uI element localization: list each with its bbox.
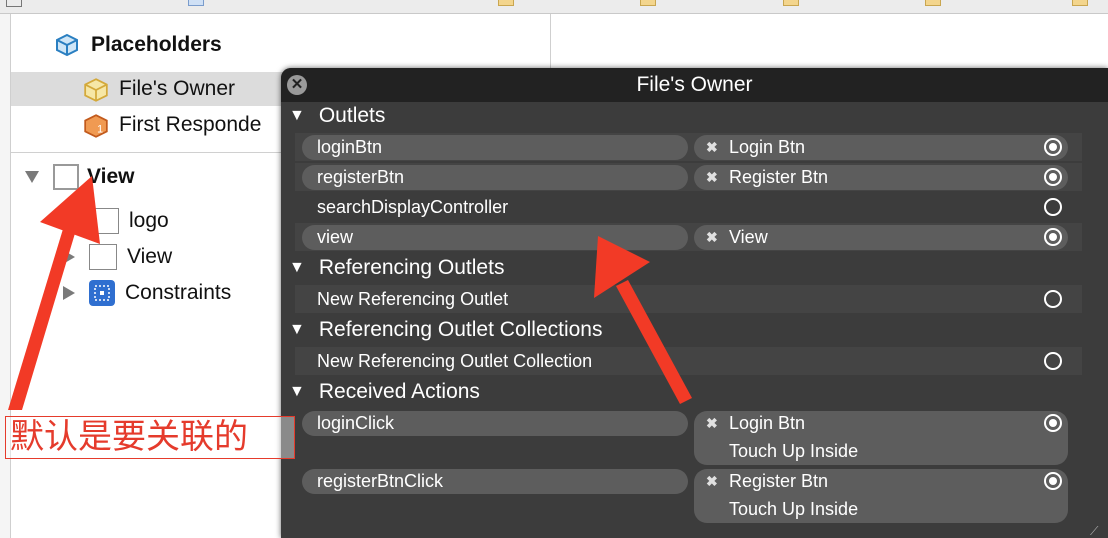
outlet-name[interactable]: searchDisplayController <box>317 195 508 220</box>
outlet-name[interactable]: registerBtn <box>302 165 688 190</box>
disclosure-triangle-icon[interactable] <box>63 250 75 264</box>
connection-circle-icon[interactable] <box>1044 352 1062 370</box>
section-outlets[interactable]: ▼ Outlets <box>289 102 385 130</box>
section-label: Outlets <box>318 104 386 127</box>
section-referencing-outlets[interactable]: ▼ Referencing Outlets <box>289 254 504 282</box>
disconnect-icon[interactable]: ✖ <box>706 411 718 436</box>
outline-item-view[interactable]: View <box>25 160 134 194</box>
folder-icon[interactable] <box>640 0 656 6</box>
section-label: Referencing Outlets <box>318 256 505 279</box>
disclosure-triangle-icon[interactable] <box>25 171 39 183</box>
disconnect-icon[interactable]: ✖ <box>706 225 718 250</box>
connection-circle-icon[interactable] <box>1044 198 1062 216</box>
folder-icon[interactable] <box>925 0 941 6</box>
first-responder-label: First Responde <box>119 113 262 136</box>
outlet-name[interactable]: loginBtn <box>302 135 688 160</box>
connections-inspector-hud: File's Owner ✕ ▼ Outlets loginBtn ✖ Logi… <box>281 68 1108 538</box>
outline-item-subview[interactable]: View <box>63 240 172 274</box>
constraints-label: Constraints <box>125 281 232 304</box>
event-label: Touch Up Inside <box>729 499 859 519</box>
disclosure-triangle-icon[interactable]: ▼ <box>289 383 305 401</box>
target-label: Register Btn <box>729 167 829 187</box>
annotation-note: 默认是要关联的 <box>5 416 295 459</box>
connection-circle-icon[interactable] <box>1044 138 1062 156</box>
grid-icon[interactable] <box>6 0 22 7</box>
close-icon[interactable]: ✕ <box>287 75 307 95</box>
disclosure-triangle-icon[interactable]: ▼ <box>289 259 305 277</box>
action-name[interactable]: loginClick <box>302 411 688 436</box>
connection-circle-icon[interactable] <box>1044 168 1062 186</box>
target-label: Login Btn <box>729 137 806 157</box>
connection-circle-icon[interactable] <box>1044 228 1062 246</box>
placeholders-label: Placeholders <box>91 33 222 56</box>
folder-icon[interactable] <box>1072 0 1088 6</box>
section-referencing-outlet-collections[interactable]: ▼ Referencing Outlet Collections <box>289 316 603 344</box>
disclosure-triangle-icon[interactable] <box>63 286 75 300</box>
connection-target[interactable]: ✖ Login Btn <box>694 135 1068 160</box>
connection-target[interactable]: ✖ Register Btn <box>694 165 1068 190</box>
jump-bar <box>0 0 1108 14</box>
folder-icon[interactable] <box>783 0 799 6</box>
disconnect-icon[interactable]: ✖ <box>706 469 718 494</box>
outlet-row[interactable]: searchDisplayController <box>295 193 1082 221</box>
subview-label: View <box>127 245 173 268</box>
outlet-row[interactable]: loginBtn ✖ Login Btn <box>295 133 1082 161</box>
resize-grip-icon[interactable]: ⟋ <box>1090 524 1102 538</box>
target-label: Register Btn <box>729 471 829 491</box>
hud-title: File's Owner <box>281 68 1108 102</box>
connection-target[interactable]: ✖ View <box>694 225 1068 250</box>
outline-item-logo[interactable]: logo <box>91 204 169 238</box>
view-icon <box>53 164 79 190</box>
disclosure-triangle-icon[interactable]: ▼ <box>289 321 305 339</box>
folder-icon[interactable] <box>498 0 514 6</box>
target-label: Login Btn <box>729 413 806 433</box>
action-row[interactable]: registerBtnClick ✖ Register Btn Touch Up… <box>295 467 1082 525</box>
referencing-outlet-name[interactable]: New Referencing Outlet <box>317 287 508 312</box>
cube-icon <box>55 33 79 57</box>
svg-text:1: 1 <box>97 124 103 136</box>
connection-target[interactable]: ✖ Login Btn Touch Up Inside <box>694 411 1068 465</box>
outlet-row[interactable]: view ✖ View <box>295 223 1082 251</box>
outline-item-files-owner[interactable]: File's Owner <box>11 72 283 106</box>
image-view-icon <box>91 208 119 234</box>
logo-label: logo <box>129 209 169 232</box>
disconnect-icon[interactable]: ✖ <box>706 135 718 160</box>
files-owner-label: File's Owner <box>119 77 236 100</box>
action-name[interactable]: registerBtnClick <box>302 469 688 494</box>
referencing-outlet-collection-name[interactable]: New Referencing Outlet Collection <box>317 349 592 374</box>
section-label: Referencing Outlet Collections <box>318 318 603 341</box>
outlet-name[interactable]: view <box>302 225 688 250</box>
outline-item-first-responder[interactable]: 1 First Responde <box>83 108 261 142</box>
section-received-actions[interactable]: ▼ Received Actions <box>289 378 480 406</box>
connection-target[interactable]: ✖ Register Btn Touch Up Inside <box>694 469 1068 523</box>
event-label: Touch Up Inside <box>729 441 859 461</box>
constraints-icon <box>89 280 115 306</box>
referencing-outlet-row[interactable]: New Referencing Outlet <box>295 285 1082 313</box>
connection-circle-icon[interactable] <box>1044 414 1062 432</box>
outlet-row[interactable]: registerBtn ✖ Register Btn <box>295 163 1082 191</box>
disconnect-icon[interactable]: ✖ <box>706 165 718 190</box>
action-row[interactable]: loginClick ✖ Login Btn Touch Up Inside <box>295 409 1082 467</box>
view-icon <box>89 244 117 270</box>
target-label: View <box>729 227 768 247</box>
file-icon[interactable] <box>188 0 204 6</box>
section-label: Received Actions <box>318 380 480 403</box>
first-responder-icon: 1 <box>83 113 108 138</box>
files-owner-icon <box>83 77 108 102</box>
placeholders-header: Placeholders <box>55 28 222 62</box>
connection-circle-icon[interactable] <box>1044 472 1062 490</box>
outline-item-constraints[interactable]: Constraints <box>63 276 231 310</box>
disclosure-triangle-icon[interactable]: ▼ <box>289 107 305 125</box>
referencing-outlet-collection-row[interactable]: New Referencing Outlet Collection <box>295 347 1082 375</box>
connection-circle-icon[interactable] <box>1044 290 1062 308</box>
view-label: View <box>87 165 135 188</box>
